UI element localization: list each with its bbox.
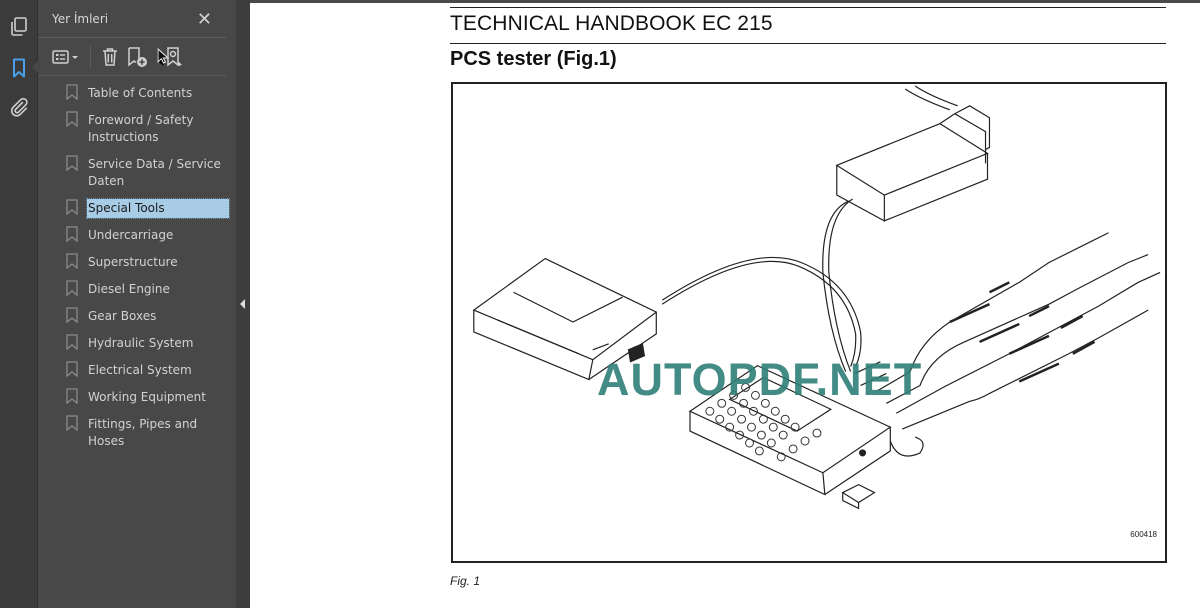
bookmark-icon <box>66 155 78 171</box>
toolbar-divider <box>90 45 91 68</box>
bookmark-item[interactable]: Undercarriage <box>38 222 236 249</box>
bookmark-item[interactable]: Fittings, Pipes and Hoses <box>38 411 236 455</box>
header-top-rule <box>450 7 1166 8</box>
attachments-button[interactable] <box>8 96 30 118</box>
add-bookmark-icon <box>128 46 147 67</box>
bookmark-item[interactable]: Working Equipment <box>38 384 236 411</box>
connector-cables-drawing <box>854 232 1161 457</box>
panel-header: Yer İmleri ✕ <box>38 0 226 38</box>
bookmark-icon <box>66 361 78 377</box>
bookmark-item[interactable]: Diesel Engine <box>38 276 236 303</box>
adapter-box-drawing <box>835 85 991 222</box>
bookmark-label: Electrical System <box>88 363 192 377</box>
tester-device-drawing <box>688 364 892 510</box>
find-current-bookmark-icon <box>157 46 182 67</box>
bookmark-item[interactable]: Hydraulic System <box>38 330 236 357</box>
bookmark-icon <box>66 111 78 127</box>
delete-bookmark-icon <box>103 47 117 66</box>
bookmark-label: Special Tools <box>86 198 230 219</box>
bookmark-label: Fittings, Pipes and Hoses <box>88 417 198 448</box>
bookmark-icon <box>66 307 78 323</box>
bookmark-item[interactable]: Foreword / Safety Instructions <box>38 107 236 151</box>
header-bottom-rule <box>450 43 1166 44</box>
bookmark-label: Table of Contents <box>88 86 193 100</box>
bookmark-label: Diesel Engine <box>88 282 170 296</box>
page-thumbnails-button[interactable] <box>8 16 30 38</box>
bookmark-item[interactable]: Gear Boxes <box>38 303 236 330</box>
bookmark-label: Working Equipment <box>88 390 206 404</box>
bookmark-label: Hydraulic System <box>88 336 194 350</box>
bookmark-label: Undercarriage <box>88 228 174 242</box>
pages-icon <box>11 17 27 36</box>
bookmark-icon <box>66 226 78 242</box>
pcs-tester-illustration <box>472 85 1161 510</box>
bookmark-icon <box>66 388 78 404</box>
bookmarks-panel: Yer İmleri ✕ Table of Contents Foreword … <box>38 0 236 608</box>
bookmark-item[interactable]: Service Data / Service Daten <box>38 151 236 195</box>
bookmark-icon <box>13 58 25 78</box>
find-current-bookmark-button[interactable] <box>157 45 183 69</box>
bookmark-item[interactable]: Table of Contents <box>38 80 236 107</box>
bookmark-icon <box>66 199 78 215</box>
navigation-rail <box>0 0 39 608</box>
bookmark-label: Superstructure <box>88 255 178 269</box>
bookmark-label: Gear Boxes <box>88 309 157 323</box>
options-menu-button[interactable] <box>52 45 80 69</box>
bookmark-icon <box>66 334 78 350</box>
section-title: PCS tester (Fig.1) <box>450 48 617 70</box>
figure-code: 600418 <box>1130 530 1157 539</box>
document-viewer: TECHNICAL HANDBOOK EC 215 PCS tester (Fi… <box>250 0 1200 608</box>
printer-drawing <box>472 257 658 381</box>
pdf-reader-app: Yer İmleri ✕ Table of Contents Foreword … <box>0 0 1200 608</box>
document-header: TECHNICAL HANDBOOK EC 215 <box>450 12 773 35</box>
viewer-top-border <box>250 0 1200 3</box>
figure-frame: AUTOPDF.NET 600418 <box>451 82 1167 563</box>
bookmark-icon <box>66 84 78 100</box>
bookmarks-toolbar <box>38 38 226 76</box>
attachment-icon <box>10 97 28 117</box>
bookmark-icon <box>66 415 78 431</box>
bookmark-item[interactable]: Superstructure <box>38 249 236 276</box>
panel-splitter[interactable] <box>236 0 250 608</box>
bookmark-list: Table of Contents Foreword / Safety Inst… <box>38 76 236 455</box>
add-bookmark-button[interactable] <box>127 45 149 69</box>
bookmark-icon <box>66 280 78 296</box>
close-panel-button[interactable]: ✕ <box>197 10 212 28</box>
bookmark-label: Service Data / Service Daten <box>88 157 221 188</box>
options-menu-icon <box>52 49 78 64</box>
panel-title: Yer İmleri <box>52 11 109 26</box>
delete-bookmark-button[interactable] <box>101 45 119 69</box>
figure-caption: Fig. 1 <box>450 574 481 588</box>
collapse-panel-arrow-icon[interactable] <box>240 299 245 309</box>
bookmark-icon <box>66 253 78 269</box>
bookmark-label: Foreword / Safety Instructions <box>88 113 194 144</box>
bookmarks-button[interactable] <box>8 57 30 79</box>
bookmark-item[interactable]: Electrical System <box>38 357 236 384</box>
bookmark-item-selected[interactable]: Special Tools <box>38 195 236 222</box>
